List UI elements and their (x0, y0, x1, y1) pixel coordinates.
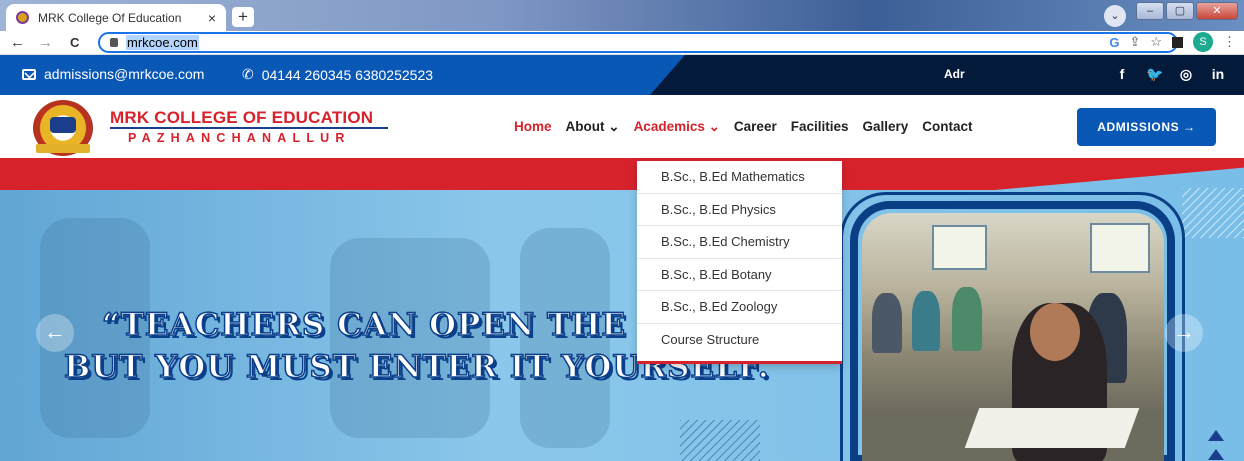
dropdown-item-physics[interactable]: B.Sc., B.Ed Physics (637, 194, 842, 226)
nav-career[interactable]: Career (734, 119, 777, 135)
phone-icon: ✆ (242, 66, 254, 82)
side-panel-icon[interactable] (1172, 36, 1183, 48)
admissions-button[interactable]: ADMISSIONS → (1077, 108, 1216, 146)
student-face (1030, 303, 1080, 361)
tab-close-icon[interactable]: × (208, 10, 216, 26)
nav-academics[interactable]: Academics ⌄ (634, 119, 720, 135)
slider-prev-button[interactable]: ← (36, 314, 74, 352)
google-translate-icon[interactable]: G (1109, 35, 1119, 50)
minimize-button[interactable]: – (1136, 2, 1164, 20)
email-contact[interactable]: admissions@mrkcoe.com (22, 66, 204, 82)
dropdown-item-course-structure[interactable]: Course Structure (637, 324, 842, 357)
nav-gallery[interactable]: Gallery (862, 119, 908, 135)
close-window-button[interactable]: ✕ (1196, 2, 1238, 20)
kebab-menu-icon[interactable]: ⋮ (1223, 34, 1236, 50)
address-label: Adr (944, 67, 965, 81)
scroll-top-arrow-icon[interactable] (1208, 430, 1224, 441)
main-nav: Home About ⌄ Academics ⌄ Career Faciliti… (514, 119, 987, 135)
mail-icon (22, 68, 36, 80)
toolbar-actions: G ⇪ ☆ S ⋮ (1109, 31, 1236, 53)
nav-facilities[interactable]: Facilities (791, 119, 849, 135)
brand-subtitle: PAZHANCHANALLUR (128, 131, 351, 145)
address-bar[interactable]: mrkcoe.com (98, 32, 1178, 53)
browser-toolbar: ← → C mrkcoe.com G ⇪ ☆ S ⋮ (0, 31, 1244, 55)
photo-window (1090, 223, 1150, 273)
classroom-photo (862, 213, 1164, 461)
twitter-icon[interactable]: 🐦 (1146, 66, 1163, 83)
window-controls: ⌄ – ▢ ✕ (1104, 2, 1238, 27)
share-icon[interactable]: ⇪ (1129, 34, 1140, 50)
email-text[interactable]: admissions@mrkcoe.com (44, 66, 204, 82)
tab-search-chevron-icon[interactable]: ⌄ (1104, 5, 1126, 27)
bookmark-star-icon[interactable]: ☆ (1150, 34, 1162, 50)
logo-ribbon (36, 144, 90, 153)
hero-hatch-decoration (680, 420, 760, 461)
facebook-icon[interactable]: f (1114, 66, 1130, 83)
logo-book-emblem (50, 117, 76, 133)
hero-slider: “TEACHERS CAN OPEN THE BUT YOU MUST ENTE… (0, 158, 1244, 461)
open-book (964, 408, 1140, 448)
student-figure (912, 291, 940, 351)
url-text[interactable]: mrkcoe.com (126, 35, 199, 50)
phone-text[interactable]: 04144 260345 6380252523 (262, 67, 433, 83)
instagram-icon[interactable]: ◎ (1178, 66, 1194, 83)
hero-hatch-decoration (1182, 188, 1244, 238)
academics-dropdown: B.Sc., B.Ed Mathematics B.Sc., B.Ed Phys… (637, 161, 842, 364)
back-arrow-icon[interactable]: ← (10, 34, 25, 51)
student-figure (872, 293, 902, 353)
scroll-top-arrow-icon[interactable] (1208, 449, 1224, 460)
hero-quote-line1: “TEACHERS CAN OPEN THE (101, 306, 627, 344)
dropdown-item-chemistry[interactable]: B.Sc., B.Ed Chemistry (637, 226, 842, 259)
lock-icon[interactable] (110, 38, 118, 47)
dropdown-item-zoology[interactable]: B.Sc., B.Ed Zoology (637, 291, 842, 324)
dropdown-item-mathematics[interactable]: B.Sc., B.Ed Mathematics (637, 161, 842, 194)
brand-title[interactable]: MRK COLLEGE OF EDUCATION (110, 108, 373, 128)
browser-tab-strip: MRK College Of Education × + ⌄ – ▢ ✕ (0, 0, 1244, 31)
student-figure (952, 287, 982, 351)
brand-underline (110, 127, 388, 129)
site-favicon-icon (16, 11, 29, 24)
slider-next-button[interactable]: → (1165, 314, 1203, 352)
nav-home[interactable]: Home (514, 119, 552, 135)
phone-contact[interactable]: ✆ 04144 260345 6380252523 (242, 66, 433, 83)
forward-arrow-icon[interactable]: → (38, 34, 53, 51)
dropdown-item-botany[interactable]: B.Sc., B.Ed Botany (637, 259, 842, 291)
browser-tab[interactable]: MRK College Of Education × (6, 4, 226, 31)
nav-contact[interactable]: Contact (922, 119, 972, 135)
social-links: f 🐦 ◎ in (1114, 66, 1226, 83)
site-header: MRK COLLEGE OF EDUCATION PAZHANCHANALLUR… (0, 95, 1244, 158)
maximize-button[interactable]: ▢ (1166, 2, 1194, 20)
reload-icon[interactable]: C (70, 35, 79, 50)
photo-window (932, 225, 987, 270)
tab-title: MRK College Of Education (38, 10, 182, 25)
profile-avatar[interactable]: S (1193, 32, 1213, 52)
new-tab-button[interactable]: + (232, 7, 254, 27)
contact-strip: admissions@mrkcoe.com ✆ 04144 260345 638… (0, 55, 1244, 95)
linkedin-icon[interactable]: in (1210, 66, 1226, 83)
nav-about[interactable]: About ⌄ (566, 119, 620, 135)
